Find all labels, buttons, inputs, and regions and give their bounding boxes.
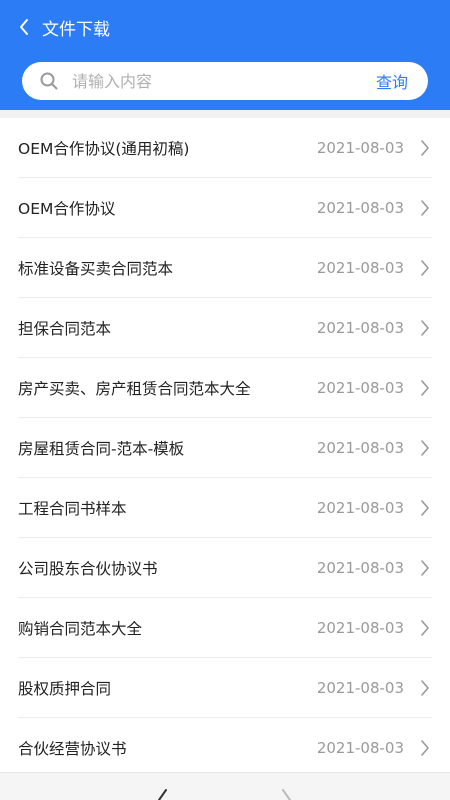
browser-forward-button[interactable] <box>278 787 296 800</box>
document-date: 2021-08-03 <box>316 618 404 637</box>
document-date: 2021-08-03 <box>316 138 404 157</box>
list-item[interactable]: OEM合作协议 2021-08-03 <box>18 178 432 238</box>
chevron-left-icon <box>158 789 167 800</box>
document-date: 2021-08-03 <box>316 738 404 757</box>
document-list: OEM合作协议(通用初稿) 2021-08-03 OEM合作协议 2021-08… <box>0 118 450 772</box>
chevron-right-icon <box>418 438 432 458</box>
list-item[interactable]: OEM合作协议(通用初稿) 2021-08-03 <box>18 118 432 178</box>
document-date: 2021-08-03 <box>316 378 404 397</box>
chevron-left-icon <box>20 19 28 35</box>
chevron-right-icon <box>418 198 432 218</box>
document-title: 房产买卖、房产租赁合同范本大全 <box>18 379 251 398</box>
list-item[interactable]: 担保合同范本 2021-08-03 <box>18 298 432 358</box>
list-item[interactable]: 标准设备买卖合同范本 2021-08-03 <box>18 238 432 298</box>
search-icon <box>26 62 72 100</box>
list-item[interactable]: 公司股东合伙协议书 2021-08-03 <box>18 538 432 598</box>
list-item[interactable]: 房屋租赁合同-范本-模板 2021-08-03 <box>18 418 432 478</box>
document-date: 2021-08-03 <box>316 318 404 337</box>
chevron-right-icon <box>418 318 432 338</box>
search-button[interactable]: 查询 <box>376 69 408 93</box>
search-bar: 查询 <box>22 62 428 100</box>
browser-toolbar <box>0 772 450 800</box>
document-title: 公司股东合伙协议书 <box>18 559 158 578</box>
list-item[interactable]: 工程合同书样本 2021-08-03 <box>18 478 432 538</box>
chevron-right-icon <box>418 558 432 578</box>
document-date: 2021-08-03 <box>316 498 404 517</box>
chevron-right-icon <box>418 738 432 758</box>
list-item[interactable]: 股权质押合同 2021-08-03 <box>18 658 432 718</box>
browser-back-button[interactable] <box>154 787 172 800</box>
list-item[interactable]: 房产买卖、房产租赁合同范本大全 2021-08-03 <box>18 358 432 418</box>
document-title: 担保合同范本 <box>18 319 112 338</box>
document-title: 房屋租赁合同-范本-模板 <box>18 439 185 458</box>
list-item[interactable]: 合伙经营协议书 2021-08-03 <box>18 718 432 772</box>
document-title: 股权质押合同 <box>18 679 112 698</box>
chevron-right-icon <box>418 618 432 638</box>
document-date: 2021-08-03 <box>316 258 404 277</box>
nav-bar: 文件下载 <box>0 0 450 54</box>
document-title: 工程合同书样本 <box>18 499 127 518</box>
chevron-right-icon <box>418 378 432 398</box>
document-date: 2021-08-03 <box>316 558 404 577</box>
document-title: OEM合作协议 <box>18 199 116 218</box>
back-button[interactable] <box>6 0 42 54</box>
document-date: 2021-08-03 <box>316 198 404 217</box>
chevron-right-icon <box>418 258 432 278</box>
chevron-right-icon <box>418 678 432 698</box>
chevron-right-icon <box>418 138 432 158</box>
document-title: OEM合作协议(通用初稿) <box>18 139 190 158</box>
document-title: 合伙经营协议书 <box>18 739 127 758</box>
chevron-right-icon <box>282 789 291 800</box>
search-input[interactable] <box>72 71 376 91</box>
document-date: 2021-08-03 <box>316 678 404 697</box>
app-header: 文件下载 查询 <box>0 0 450 110</box>
list-item[interactable]: 购销合同范本大全 2021-08-03 <box>18 598 432 658</box>
document-date: 2021-08-03 <box>316 438 404 457</box>
chevron-right-icon <box>418 498 432 518</box>
document-title: 购销合同范本大全 <box>18 619 143 638</box>
document-title: 标准设备买卖合同范本 <box>18 259 174 278</box>
page-title: 文件下载 <box>42 19 110 40</box>
